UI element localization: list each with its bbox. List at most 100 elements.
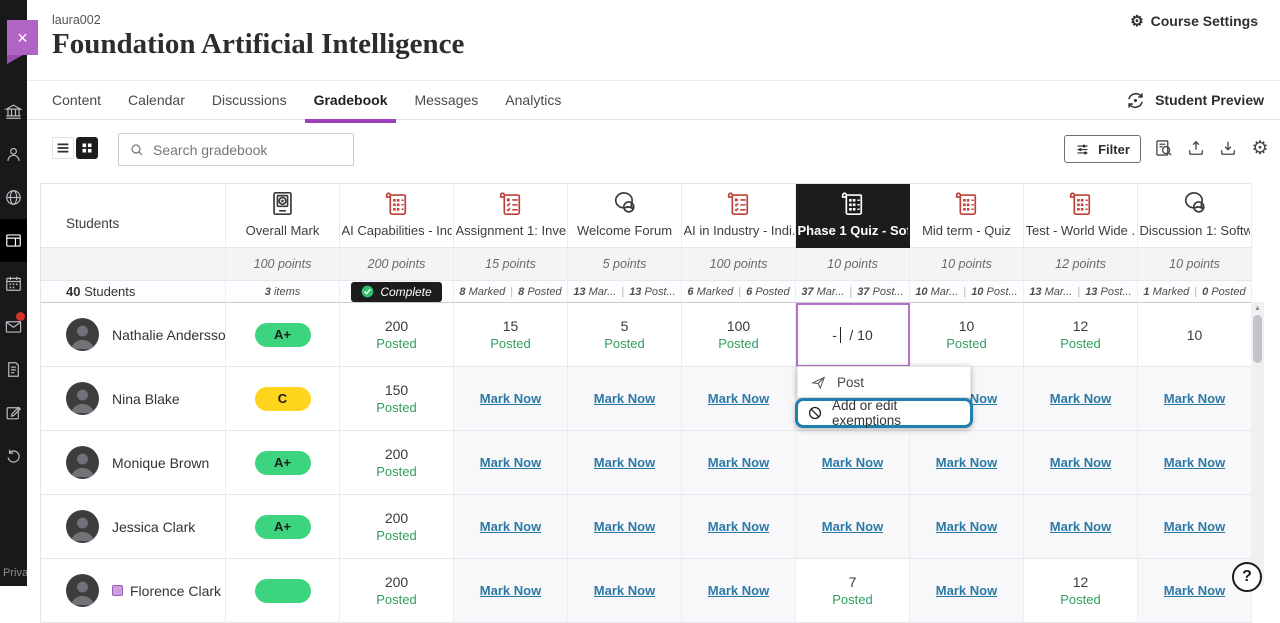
score-cell[interactable]: 200Posted	[340, 303, 454, 367]
mark-now-link[interactable]: Mark Now	[1050, 519, 1111, 534]
score-cell[interactable]: 100Posted	[682, 303, 796, 367]
menu-item-exemptions[interactable]: Add or edit exemptions	[795, 398, 973, 428]
settings-gear-icon[interactable]: ⚙	[1249, 137, 1271, 159]
score-cell[interactable]: 10	[1138, 303, 1252, 367]
search-input[interactable]	[153, 142, 353, 158]
column-header-4[interactable]: AI in Industry - Indi...	[682, 184, 796, 248]
score-cell[interactable]: Mark Now	[910, 431, 1024, 495]
score-cell[interactable]: Mark Now	[1024, 367, 1138, 431]
score-cell[interactable]: 7Posted	[796, 559, 910, 623]
score-cell[interactable]: Mark Now	[454, 367, 568, 431]
score-cell[interactable]: Mark Now	[454, 559, 568, 623]
score-cell[interactable]: Mark Now	[796, 431, 910, 495]
column-header-8[interactable]: Discussion 1: Softw.	[1138, 184, 1252, 248]
calendar-icon[interactable]	[0, 262, 27, 305]
mark-now-link[interactable]: Mark Now	[594, 455, 655, 470]
menu-item-post[interactable]: Post	[798, 367, 970, 397]
score-cell[interactable]: Mark Now	[1138, 431, 1252, 495]
tab-content[interactable]: Content	[52, 81, 101, 119]
mark-now-link[interactable]: Mark Now	[1050, 455, 1111, 470]
column-header-2[interactable]: Assignment 1: Inve...	[454, 184, 568, 248]
score-cell[interactable]: Mark Now	[568, 431, 682, 495]
courses-icon[interactable]	[0, 219, 27, 262]
mark-now-link[interactable]: Mark Now	[708, 519, 769, 534]
mark-now-link[interactable]: Mark Now	[480, 583, 541, 598]
column-header-overall-mark[interactable]: ★Overall Mark	[226, 184, 340, 248]
column-header-5[interactable]: Phase 1 Quiz - Soft...	[796, 184, 910, 248]
score-cell[interactable]: Mark Now	[1024, 495, 1138, 559]
mark-now-link[interactable]: Mark Now	[1164, 583, 1225, 598]
overall-grade-cell[interactable]: A+	[226, 495, 340, 559]
tab-discussions[interactable]: Discussions	[212, 81, 287, 119]
score-cell[interactable]: Mark Now	[910, 559, 1024, 623]
score-cell[interactable]: 5Posted	[568, 303, 682, 367]
overall-grade-cell[interactable]	[226, 559, 340, 623]
mark-now-link[interactable]: Mark Now	[480, 455, 541, 470]
scrollbar-thumb[interactable]	[1253, 315, 1262, 363]
mark-now-link[interactable]: Mark Now	[1050, 391, 1111, 406]
score-cell[interactable]: Mark Now	[568, 559, 682, 623]
grid-view-icon[interactable]	[76, 137, 98, 159]
close-course-button[interactable]: ×	[7, 20, 38, 55]
score-cell[interactable]: Mark Now	[1138, 495, 1252, 559]
students-column-header[interactable]: Students	[41, 184, 226, 248]
student-cell[interactable]: Jessica Clark	[41, 495, 226, 559]
tab-calendar[interactable]: Calendar	[128, 81, 185, 119]
help-button[interactable]: ?	[1232, 562, 1262, 592]
tab-analytics[interactable]: Analytics	[505, 81, 561, 119]
mark-now-link[interactable]: Mark Now	[822, 519, 883, 534]
mark-now-link[interactable]: Mark Now	[1164, 391, 1225, 406]
mark-now-link[interactable]: Mark Now	[708, 391, 769, 406]
institution-icon[interactable]	[0, 90, 27, 133]
upload-icon[interactable]	[1185, 137, 1207, 159]
tab-messages[interactable]: Messages	[414, 81, 478, 119]
messages-icon[interactable]	[0, 305, 27, 348]
mark-now-link[interactable]: Mark Now	[822, 455, 883, 470]
score-cell[interactable]: 200Posted	[340, 559, 454, 623]
mark-now-link[interactable]: Mark Now	[936, 455, 997, 470]
overall-grade-cell[interactable]: C	[226, 367, 340, 431]
mark-now-link[interactable]: Mark Now	[480, 519, 541, 534]
score-cell[interactable]: Mark Now	[454, 431, 568, 495]
sign-out-icon[interactable]	[0, 434, 27, 477]
column-header-1[interactable]: AI Capabilities - Ind...	[340, 184, 454, 248]
mark-now-link[interactable]: Mark Now	[594, 391, 655, 406]
globe-icon[interactable]	[0, 176, 27, 219]
mark-now-link[interactable]: Mark Now	[594, 583, 655, 598]
student-preview-button[interactable]: Student Preview	[1125, 90, 1264, 111]
score-cell[interactable]: Mark Now	[682, 495, 796, 559]
tab-gradebook[interactable]: Gradebook	[314, 81, 388, 119]
download-icon[interactable]	[1217, 137, 1239, 159]
score-cell[interactable]: Mark Now	[682, 431, 796, 495]
column-header-3[interactable]: Welcome Forum	[568, 184, 682, 248]
mark-now-link[interactable]: Mark Now	[1164, 455, 1225, 470]
mark-now-link[interactable]: Mark Now	[708, 583, 769, 598]
grades-icon[interactable]	[0, 348, 27, 391]
course-settings-button[interactable]: ⚙ Course Settings	[1130, 13, 1258, 29]
mark-now-link[interactable]: Mark Now	[708, 455, 769, 470]
student-cell[interactable]: Nathalie Andersson	[41, 303, 226, 367]
mark-now-link[interactable]: Mark Now	[480, 391, 541, 406]
student-cell[interactable]: Monique Brown	[41, 431, 226, 495]
mark-now-link[interactable]: Mark Now	[1164, 519, 1225, 534]
score-cell[interactable]: 15Posted	[454, 303, 568, 367]
privacy-link[interactable]: Priva	[3, 567, 27, 579]
score-cell[interactable]: 200Posted	[340, 431, 454, 495]
score-cell[interactable]: Mark Now	[568, 495, 682, 559]
score-cell[interactable]: Mark Now	[454, 495, 568, 559]
score-cell[interactable]: 12Posted	[1024, 303, 1138, 367]
mark-now-link[interactable]: Mark Now	[936, 583, 997, 598]
filter-button[interactable]: Filter	[1064, 135, 1141, 163]
overall-grade-cell[interactable]: A+	[226, 431, 340, 495]
score-cell[interactable]: 12Posted	[1024, 559, 1138, 623]
scroll-up-arrow[interactable]: ▲	[1251, 302, 1264, 312]
mark-now-link[interactable]: Mark Now	[594, 519, 655, 534]
score-cell[interactable]: 150Posted	[340, 367, 454, 431]
column-header-6[interactable]: Mid term - Quiz	[910, 184, 1024, 248]
score-cell[interactable]: Mark Now	[1024, 431, 1138, 495]
grade-edit-cell[interactable]: -/ 10	[796, 303, 910, 367]
overall-grade-cell[interactable]: A+	[226, 303, 340, 367]
score-cell[interactable]: 200Posted	[340, 495, 454, 559]
student-cell[interactable]: Nina Blake	[41, 367, 226, 431]
score-cell[interactable]: Mark Now	[796, 495, 910, 559]
